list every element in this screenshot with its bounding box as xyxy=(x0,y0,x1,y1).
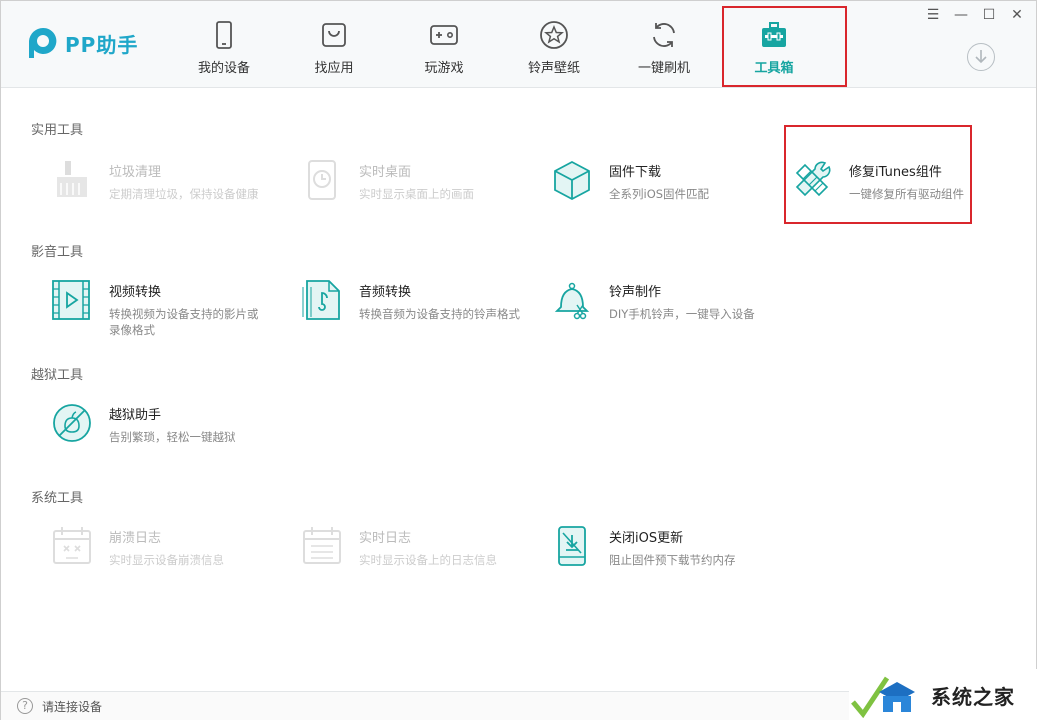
tool-desc: DIY手机铃声，一键导入设备 xyxy=(609,307,755,321)
tool-firmware-download[interactable]: 固件下载 全系列iOS固件匹配 xyxy=(551,159,791,215)
tool-desc-line2: 录像格式 xyxy=(109,323,155,337)
app-name: PP助手 xyxy=(65,32,139,57)
nav-label: 铃声壁纸 xyxy=(527,61,580,76)
tool-crash-log[interactable]: 崩溃日志 实时显示设备崩溃信息 xyxy=(51,525,291,581)
nav-toolbox[interactable]: 工具箱 xyxy=(719,1,829,87)
menu-button[interactable]: ☰ xyxy=(925,7,941,23)
nav-label: 玩游戏 xyxy=(424,61,464,76)
broom-icon xyxy=(57,161,87,197)
tool-name: 视频转换 xyxy=(109,285,162,300)
nav-label: 一键刷机 xyxy=(637,61,690,76)
tool-desc: 转换音频为设备支持的铃声格式 xyxy=(359,307,520,321)
gamepad-icon xyxy=(430,25,458,45)
nav-my-device[interactable]: 我的设备 xyxy=(169,1,279,87)
tool-desc: 实时显示设备上的日志信息 xyxy=(359,553,497,567)
cube-icon xyxy=(554,160,590,201)
tool-name: 实时日志 xyxy=(359,531,412,546)
tool-jailbreak-assistant[interactable]: 越狱助手 告别繁琐，轻松一键越狱 xyxy=(51,402,291,458)
tool-desc: 定期清理垃圾，保持设备健康 xyxy=(109,187,259,201)
app-window: PP助手 我的设备 找应用 玩游戏 铃声壁纸 一键刷机 工具箱 ☰ — ☐ ✕ … xyxy=(0,0,1037,720)
wrench-icon xyxy=(795,161,831,197)
tool-name: 越狱助手 xyxy=(109,408,162,423)
download-button[interactable] xyxy=(967,43,995,71)
tool-junk-cleanup[interactable]: 垃圾清理 定期清理垃圾，保持设备健康 xyxy=(51,159,291,215)
tool-desc: 一键修复所有驱动组件 xyxy=(849,187,964,201)
tool-name: 音频转换 xyxy=(359,285,412,300)
tool-ringtone-maker[interactable]: 铃声制作 DIY手机铃声，一键导入设备 xyxy=(551,279,791,335)
calendar-log-icon xyxy=(303,527,341,564)
tool-name: 关闭iOS更新 xyxy=(609,531,684,546)
toolbox-icon xyxy=(762,22,786,47)
phone-clock-icon xyxy=(308,160,336,200)
star-icon xyxy=(540,21,568,49)
minimize-button[interactable]: — xyxy=(953,7,969,23)
app-logo: PP助手 xyxy=(27,25,138,61)
connection-status: 请连接设备 xyxy=(42,700,103,714)
tool-desc: 实时显示桌面上的画面 xyxy=(359,187,474,201)
tool-name: 实时桌面 xyxy=(359,165,412,180)
window-controls: ☰ — ☐ ✕ xyxy=(913,7,1025,23)
help-icon[interactable]: ? xyxy=(17,698,33,714)
tool-name: 铃声制作 xyxy=(609,285,662,300)
watermark: 系统之家 xyxy=(849,669,1037,720)
section-title-media: 影音工具 xyxy=(31,245,84,260)
nav-label: 找应用 xyxy=(314,61,354,76)
nav-label: 我的设备 xyxy=(197,61,250,76)
top-bar: PP助手 我的设备 找应用 玩游戏 铃声壁纸 一键刷机 工具箱 ☰ — ☐ ✕ xyxy=(1,1,1036,88)
main-nav: 我的设备 找应用 玩游戏 铃声壁纸 一键刷机 工具箱 xyxy=(169,1,829,87)
tool-audio-convert[interactable]: 音频转换 转换音频为设备支持的铃声格式 xyxy=(301,279,541,335)
tool-disable-ios-update[interactable]: 关闭iOS更新 阻止固件预下载节约内存 xyxy=(551,525,791,581)
section-title-system: 系统工具 xyxy=(31,491,84,506)
tool-name: 修复iTunes组件 xyxy=(849,165,942,180)
calendar-crash-icon xyxy=(53,527,91,564)
phone-block-download-icon xyxy=(558,526,586,566)
tool-repair-itunes[interactable]: 修复iTunes组件 一键修复所有驱动组件 xyxy=(791,159,1031,215)
tool-desc: 阻止固件预下载节约内存 xyxy=(609,553,736,567)
tool-desc: 告别繁琐，轻松一键越狱 xyxy=(109,430,236,444)
phone-icon xyxy=(216,21,232,49)
tool-video-convert[interactable]: 视频转换 转换视频为设备支持的影片或 录像格式 xyxy=(51,279,291,337)
tool-realtime-desktop[interactable]: 实时桌面 实时显示桌面上的画面 xyxy=(301,159,541,215)
nav-play-games[interactable]: 玩游戏 xyxy=(389,1,499,87)
toolbox-content: 实用工具 垃圾清理 定期清理垃圾，保持设备健康 实时桌面 实时显示桌面上的画面 xyxy=(1,89,1036,689)
nav-one-click-flash[interactable]: 一键刷机 xyxy=(609,1,719,87)
audio-file-icon xyxy=(302,280,340,320)
watermark-text: 系统之家 xyxy=(931,684,1015,709)
tool-name: 固件下载 xyxy=(609,165,662,180)
maximize-button[interactable]: ☐ xyxy=(981,7,997,23)
tool-desc: 实时显示设备崩溃信息 xyxy=(109,553,224,567)
jailbreak-icon xyxy=(53,404,91,442)
tool-desc: 全系列iOS固件匹配 xyxy=(609,187,710,201)
tool-name: 崩溃日志 xyxy=(109,531,162,546)
refresh-icon xyxy=(653,23,675,47)
download-arrow-icon xyxy=(975,50,987,64)
nav-label: 工具箱 xyxy=(754,61,794,76)
pp-logo-icon xyxy=(29,27,57,58)
bell-scissors-icon xyxy=(554,282,590,320)
tool-desc: 转换视频为设备支持的影片或 xyxy=(109,307,259,321)
nav-find-apps[interactable]: 找应用 xyxy=(279,1,389,87)
tool-name: 垃圾清理 xyxy=(109,165,162,180)
close-button[interactable]: ✕ xyxy=(1009,7,1025,23)
watermark-logo-icon xyxy=(851,676,915,718)
tool-realtime-log[interactable]: 实时日志 实时显示设备上的日志信息 xyxy=(301,525,541,581)
section-title-practical: 实用工具 xyxy=(31,123,84,138)
video-file-icon xyxy=(52,280,90,320)
section-title-jailbreak: 越狱工具 xyxy=(31,368,84,383)
nav-ringtones-wallpapers[interactable]: 铃声壁纸 xyxy=(499,1,609,87)
app-bag-icon xyxy=(322,23,346,47)
